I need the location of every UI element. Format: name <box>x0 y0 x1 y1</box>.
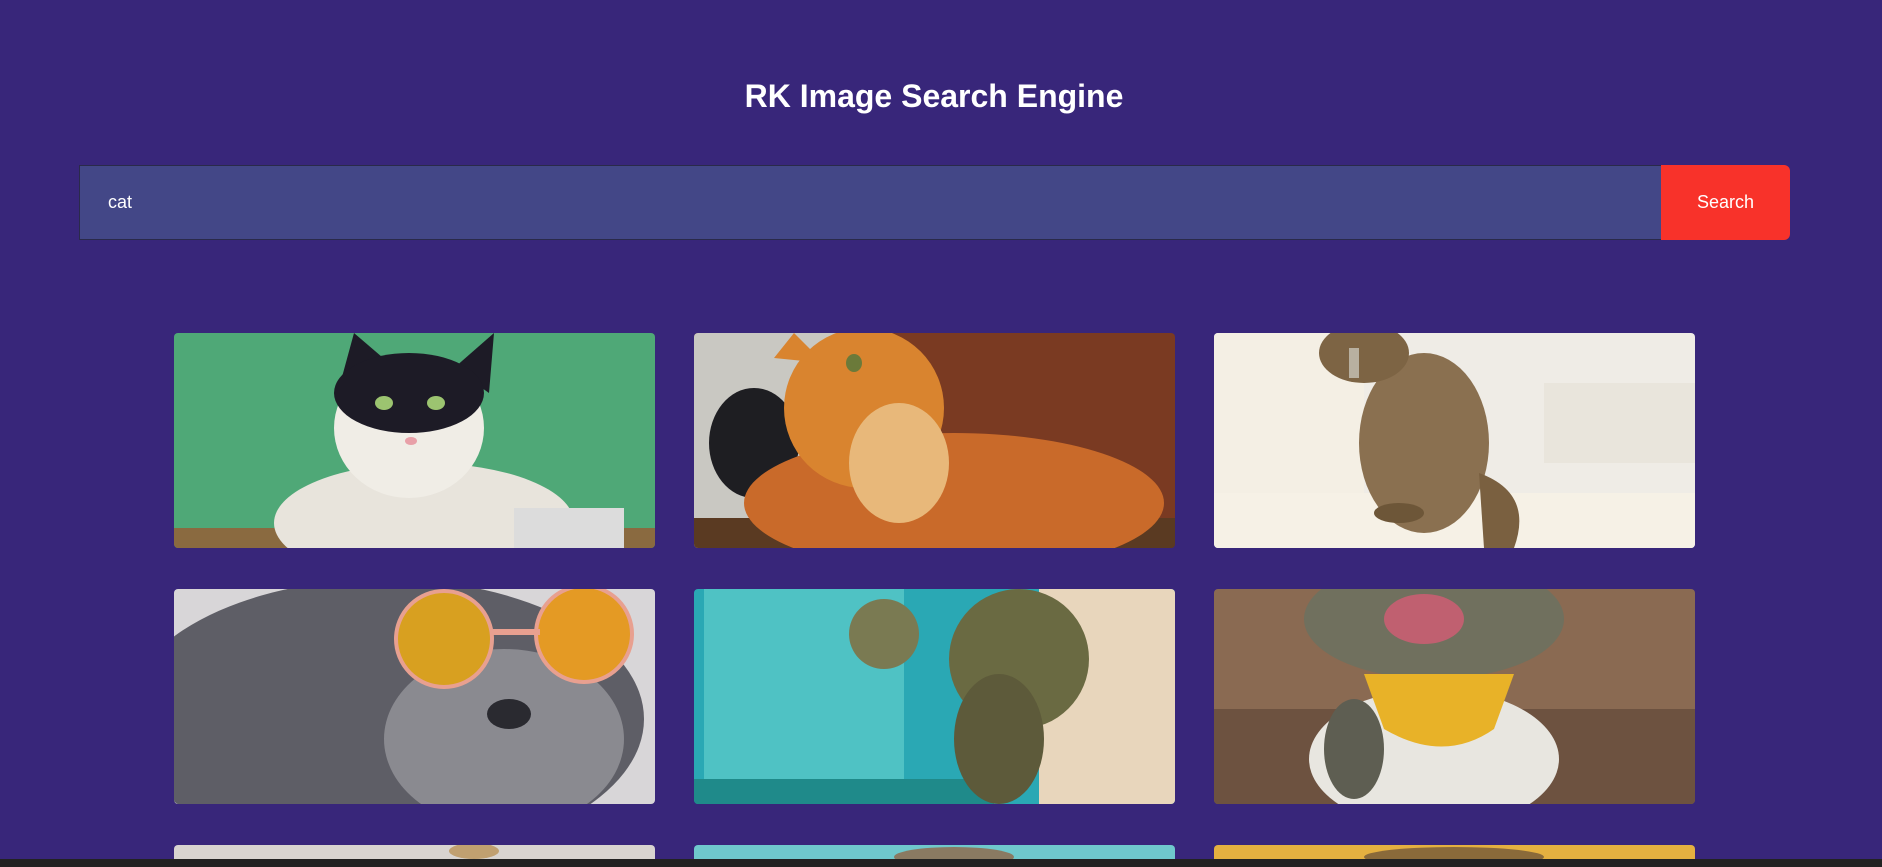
taskbar-edge <box>0 859 1882 867</box>
result-image[interactable] <box>174 333 655 548</box>
search-form: Search <box>79 165 1790 240</box>
result-image[interactable] <box>1214 589 1695 804</box>
result-image[interactable] <box>1214 333 1695 548</box>
search-input[interactable] <box>79 165 1661 240</box>
result-image[interactable] <box>174 589 655 804</box>
result-image[interactable] <box>694 589 1175 804</box>
page-title: RK Image Search Engine <box>744 78 1124 114</box>
search-button[interactable]: Search <box>1661 165 1790 240</box>
result-image[interactable] <box>694 333 1175 548</box>
page: RK Image Search Engine Search <box>0 0 1882 867</box>
